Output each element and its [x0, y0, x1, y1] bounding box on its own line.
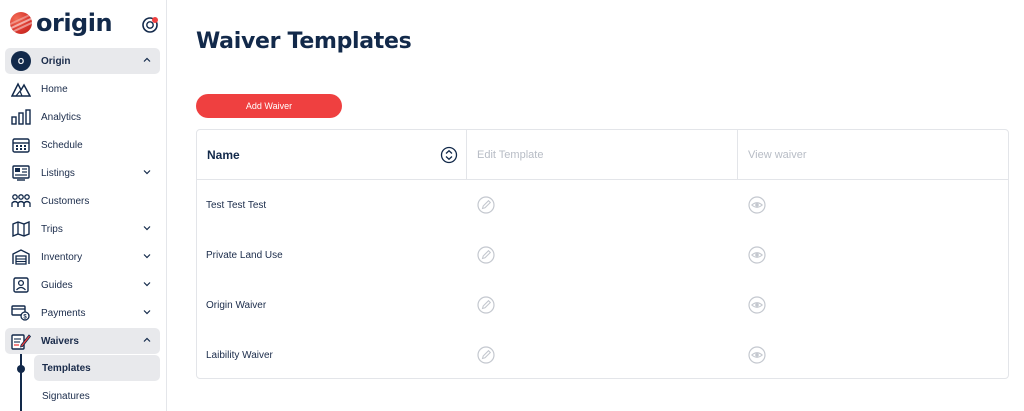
- sidebar-item-label: Analytics: [41, 111, 82, 123]
- waiver-icon: [11, 332, 31, 350]
- page-title: Waiver Templates: [196, 29, 412, 54]
- view-eye-icon[interactable]: [748, 346, 766, 364]
- column-header-view-waiver: View waiver: [738, 130, 1008, 180]
- sidebar-item-inventory[interactable]: Inventory: [5, 244, 160, 270]
- waiver-name: Test Test Test: [206, 199, 267, 211]
- chevron-down-icon: [143, 170, 151, 175]
- brand-logo[interactable]: origin: [10, 9, 113, 37]
- sidebar-item-schedule[interactable]: Schedule: [5, 132, 160, 158]
- guide-badge-icon: [11, 276, 31, 294]
- warehouse-icon: [11, 248, 31, 266]
- waiver-name: Private Land Use: [206, 249, 283, 261]
- sidebar-item-label: Payments: [41, 307, 86, 319]
- view-eye-icon[interactable]: [748, 246, 766, 264]
- chevron-down-icon: [143, 226, 151, 231]
- sidebar-item-label: Schedule: [41, 139, 83, 151]
- column-header-name: Name: [197, 130, 467, 180]
- calendar-icon: [11, 136, 31, 154]
- chevron-up-icon: [143, 57, 151, 62]
- sidebar-item-label: Guides: [41, 279, 73, 291]
- sidebar-item-waivers[interactable]: Waivers: [5, 328, 160, 354]
- origin-logo-icon: [10, 12, 32, 34]
- home-mountain-icon: [11, 80, 31, 98]
- edit-pencil-icon[interactable]: [477, 246, 495, 264]
- sidebar-item-guides[interactable]: Guides: [5, 272, 160, 298]
- submenu-connector-line: [20, 354, 22, 411]
- table-header: Name Edit Template View waiver: [197, 130, 1008, 180]
- sidebar-item-label: Customers: [41, 195, 90, 207]
- notification-bell-icon[interactable]: [141, 16, 159, 34]
- sidebar: origin O Origin Home Analytics Schedule: [0, 0, 167, 411]
- sidebar-item-label: Listings: [41, 167, 75, 179]
- sidebar-item-label: Trips: [41, 223, 63, 235]
- view-eye-icon[interactable]: [748, 196, 766, 214]
- sidebar-item-customers[interactable]: Customers: [5, 188, 160, 214]
- table-row: Laibility Waiver: [197, 330, 1008, 378]
- table-row: Private Land Use: [197, 230, 1008, 280]
- column-header-label: Name: [207, 148, 240, 162]
- customers-icon: [11, 192, 31, 210]
- waiver-name: Laibility Waiver: [206, 349, 273, 361]
- sidebar-subitem-templates[interactable]: Templates: [34, 355, 160, 381]
- brand-name: origin: [36, 9, 113, 37]
- map-icon: [11, 220, 31, 238]
- waiver-name: Origin Waiver: [206, 299, 267, 311]
- table-row: Origin Waiver: [197, 280, 1008, 330]
- chevron-down-icon: [143, 310, 151, 315]
- org-label: Origin: [41, 55, 71, 67]
- chevron-up-icon: [143, 337, 151, 342]
- edit-pencil-icon[interactable]: [477, 346, 495, 364]
- org-selector[interactable]: O Origin: [5, 48, 160, 74]
- sidebar-subitem-signatures[interactable]: Signatures: [34, 383, 160, 409]
- sort-icon[interactable]: [440, 146, 458, 164]
- column-header-label: View waiver: [748, 149, 807, 161]
- submenu-active-dot: [17, 365, 25, 373]
- column-header-label: Edit Template: [477, 149, 544, 161]
- edit-pencil-icon[interactable]: [477, 296, 495, 314]
- waiver-templates-table: Name Edit Template View waiver Test Test…: [196, 129, 1009, 379]
- chevron-down-icon: [143, 254, 151, 259]
- table-row: Test Test Test: [197, 180, 1008, 230]
- sidebar-item-label: Home: [41, 83, 68, 95]
- listings-icon: [11, 164, 31, 182]
- sidebar-item-trips[interactable]: Trips: [5, 216, 160, 242]
- sidebar-item-label: Inventory: [41, 251, 83, 263]
- payments-icon: $: [11, 304, 31, 322]
- org-avatar: O: [11, 51, 31, 71]
- sidebar-item-listings[interactable]: Listings: [5, 160, 160, 186]
- add-waiver-button[interactable]: Add Waiver: [196, 94, 342, 118]
- sidebar-item-label: Waivers: [41, 335, 79, 347]
- sidebar-item-analytics[interactable]: Analytics: [5, 104, 160, 130]
- edit-pencil-icon[interactable]: [477, 196, 495, 214]
- column-header-edit-template: Edit Template: [467, 130, 738, 180]
- sidebar-item-payments[interactable]: $ Payments: [5, 300, 160, 326]
- sidebar-item-home[interactable]: Home: [5, 76, 160, 102]
- bar-chart-icon: [11, 108, 31, 126]
- view-eye-icon[interactable]: [748, 296, 766, 314]
- chevron-down-icon: [143, 282, 151, 287]
